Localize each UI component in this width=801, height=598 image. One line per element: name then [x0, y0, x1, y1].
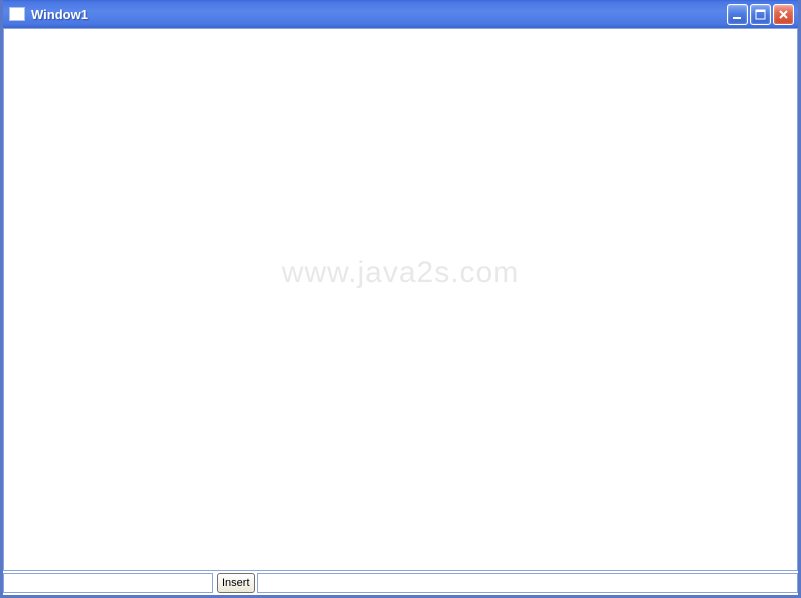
titlebar[interactable]: Window1: [3, 0, 798, 28]
bottom-fill-panel: [257, 573, 798, 593]
titlebar-buttons: [727, 4, 794, 25]
client-area: www.java2s.com Insert: [3, 28, 798, 595]
close-button[interactable]: [773, 4, 794, 25]
close-icon: [778, 9, 789, 20]
content-panel: www.java2s.com: [3, 28, 798, 571]
maximize-icon: [755, 9, 766, 20]
bottom-bar: Insert: [3, 573, 798, 595]
insert-button[interactable]: Insert: [217, 573, 255, 593]
minimize-icon: [732, 9, 743, 20]
text-input[interactable]: [3, 573, 213, 593]
minimize-button[interactable]: [727, 4, 748, 25]
maximize-button[interactable]: [750, 4, 771, 25]
window-frame: Window1 www.java2s.co: [0, 0, 801, 598]
watermark-text: www.java2s.com: [282, 256, 519, 290]
window-title: Window1: [31, 7, 727, 22]
window-icon: [9, 7, 25, 21]
